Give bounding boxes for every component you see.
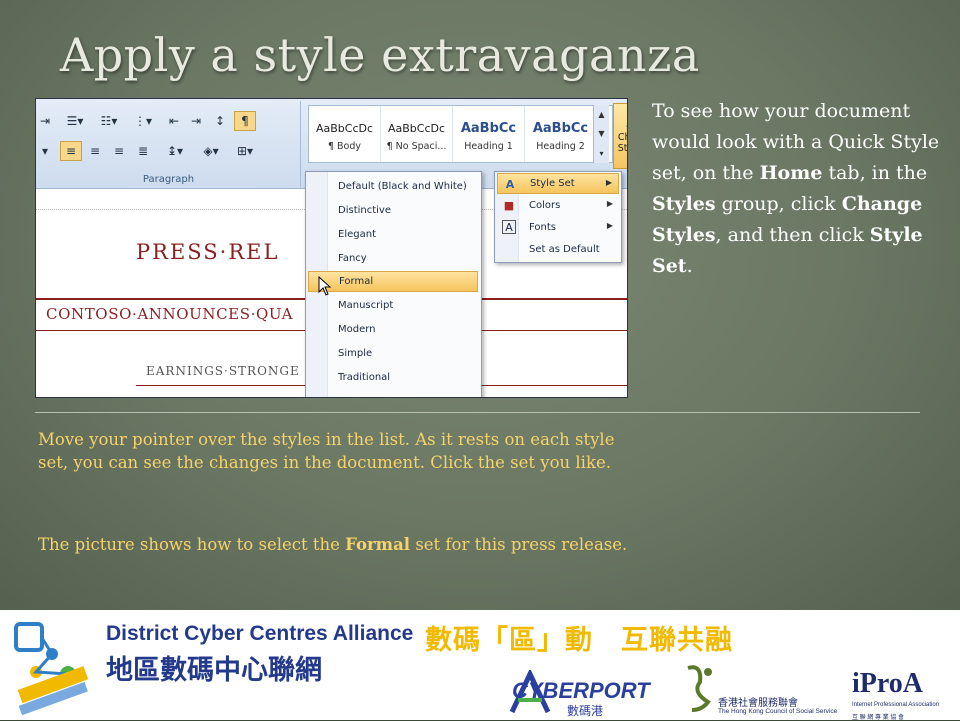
style-sample: AaBbCcDc xyxy=(387,122,446,135)
change-styles-label-1: Change xyxy=(617,132,627,143)
contoso-heading: CONTOSO·ANNOUNCES·QUA xyxy=(46,305,294,323)
colors-icon: ■ xyxy=(503,198,515,212)
style-set-default[interactable]: Default (Black and White) xyxy=(308,176,478,197)
cyberport-name-zh: 數碼港 xyxy=(567,704,604,718)
hkcss-logo-icon xyxy=(687,665,712,712)
style-set-traditional[interactable]: Traditional xyxy=(308,367,478,388)
dcca-name-zh: 地區數碼中心聯網 xyxy=(106,655,322,686)
shading-icon[interactable]: ◈▾ xyxy=(196,141,226,161)
submenu-arrow-icon: ▶ xyxy=(606,221,613,230)
mouse-pointer-icon xyxy=(318,276,332,296)
footer-banner: District Cyber Centres Alliance 地區數碼中心聯網… xyxy=(0,610,960,721)
change-styles-menu: A Style Set ▶ ■ Colors ▶ A Fonts ▶ Set a… xyxy=(494,171,622,263)
style-set-modern[interactable]: Modern xyxy=(308,319,478,340)
gallery-scroll[interactable]: ▲ ▼ ▾ xyxy=(593,105,609,163)
change-styles-button[interactable]: A Change Styles ▾ xyxy=(613,103,628,169)
justify-icon[interactable]: ≣ xyxy=(132,141,154,161)
style-no-spacing[interactable]: AaBbCcDc ¶ No Spaci... xyxy=(381,106,453,162)
paragraph-group: ⇥ ☰▾ ☷▾ ⋮▾ ⇤ ⇥ ↕ ¶ ▾ ≡ ≡ ≡ ≣ ↨▾ ◈▾ ⊞▾ Pa… xyxy=(36,101,301,187)
divider xyxy=(35,412,920,413)
change-styles-label-2: Styles ▾ xyxy=(617,143,628,154)
style-set-manuscript[interactable]: Manuscript xyxy=(308,295,478,316)
multilevel-list-icon[interactable]: ⋮▾ xyxy=(128,111,158,131)
ribbon-left-arrow-icon[interactable]: ▾ xyxy=(38,141,52,161)
slide: Apply a style extravaganza ⇥ ☰▾ ☷▾ ⋮▾ ⇤ … xyxy=(0,0,960,610)
quick-styles-gallery: AaBbCcDc ¶ Body AaBbCcDc ¶ No Spaci... A… xyxy=(308,105,613,163)
earnings-heading: EARNINGS·STRONGE xyxy=(146,364,300,378)
instruction-part: tab, in the xyxy=(822,162,928,184)
instruction-text: To see how your document would look with… xyxy=(652,96,942,282)
line-spacing-icon[interactable]: ↨▾ xyxy=(160,141,190,161)
menu-label: Set as Default xyxy=(529,244,600,255)
style-sample: AaBbCc xyxy=(532,121,589,136)
decrease-indent-icon[interactable]: ⇤ xyxy=(164,111,184,131)
sort-icon[interactable]: ↕ xyxy=(210,111,230,131)
instruction-bold-home: Home xyxy=(759,162,823,184)
style-set-formal[interactable]: Formal xyxy=(308,271,478,292)
scroll-up-icon[interactable]: ▲ xyxy=(598,110,604,119)
note-2: The picture shows how to select the Form… xyxy=(38,533,638,556)
style-name: ¶ Body xyxy=(327,140,362,152)
slide-title: Apply a style extravaganza xyxy=(60,28,700,82)
align-right-icon[interactable]: ≡ xyxy=(108,141,130,161)
menu-fonts[interactable]: A Fonts ▶ xyxy=(497,217,619,238)
instruction-bold-styles: Styles xyxy=(652,193,716,215)
style-body[interactable]: AaBbCcDc ¶ Body xyxy=(309,106,381,162)
style-set-simple[interactable]: Simple xyxy=(308,343,478,364)
instruction-part: group, click xyxy=(715,193,842,215)
submenu-arrow-icon: ▶ xyxy=(605,178,612,187)
hkcss-name-zh: 香港社會服務聯會 xyxy=(718,698,798,709)
menu-label: Fonts xyxy=(529,222,556,233)
note-2-bold: Formal xyxy=(345,535,411,554)
scroll-down-icon[interactable]: ▼ xyxy=(598,129,604,138)
note-2-post: set for this press release. xyxy=(410,535,628,554)
gallery-more-icon[interactable]: ▾ xyxy=(599,149,603,158)
align-center-icon[interactable]: ≡ xyxy=(84,141,106,161)
fonts-icon: A xyxy=(502,220,516,234)
menu-label: Style Set xyxy=(530,178,575,189)
ipro-name-en: Internet Professional Association xyxy=(852,702,940,708)
note-2-pre: The picture shows how to select the xyxy=(38,535,346,554)
menu-set-as-default[interactable]: Set as Default xyxy=(497,239,619,260)
indent-icon[interactable]: ⇥ xyxy=(38,111,52,131)
show-formatting-icon[interactable]: ¶ xyxy=(234,111,256,131)
numbering-icon[interactable]: ☷▾ xyxy=(94,111,124,131)
increase-indent-icon[interactable]: ⇥ xyxy=(186,111,206,131)
slogan: 數碼「區」動 互聯共融 xyxy=(425,625,733,656)
align-left-icon[interactable]: ≡ xyxy=(60,141,82,161)
style-sample: AaBbCcDc xyxy=(315,122,374,135)
menu-style-set[interactable]: A Style Set ▶ xyxy=(497,173,619,194)
style-set-fancy[interactable]: Fancy xyxy=(308,248,478,269)
menu-label: Colors xyxy=(529,200,561,211)
note-1: Move your pointer over the styles in the… xyxy=(38,430,615,472)
style-set-icon: A xyxy=(505,177,515,191)
instruction-part: . xyxy=(686,255,693,277)
style-set-menu: Default (Black and White) Distinctive El… xyxy=(305,171,482,397)
style-set-elegant[interactable]: Elegant xyxy=(308,224,478,245)
hkcss-name-en: The Hong Kong Council of Social Service xyxy=(718,708,838,715)
menu-colors[interactable]: ■ Colors ▶ xyxy=(497,195,619,216)
borders-icon[interactable]: ⊞▾ xyxy=(230,141,260,161)
style-heading-1[interactable]: AaBbCc Heading 1 xyxy=(453,106,525,162)
style-set-distinctive[interactable]: Distinctive xyxy=(308,200,478,221)
word-screenshot: ⇥ ☰▾ ☷▾ ⋮▾ ⇤ ⇥ ↕ ¶ ▾ ≡ ≡ ≡ ≣ ↨▾ ◈▾ ⊞▾ Pa… xyxy=(35,98,628,398)
style-name: Heading 1 xyxy=(464,140,513,152)
dcca-name-en: District Cyber Centres Alliance xyxy=(106,622,414,645)
dcca-logo-icon xyxy=(14,622,89,716)
press-heading: PRESS·REL xyxy=(136,240,280,264)
instruction-part: , and then click xyxy=(715,224,870,246)
change-styles-icon: A xyxy=(627,106,628,132)
style-heading-2[interactable]: AaBbCc Heading 2 xyxy=(525,106,597,162)
style-name: Heading 2 xyxy=(536,140,585,152)
style-sample: AaBbCc xyxy=(460,121,517,136)
style-name: ¶ No Spaci... xyxy=(386,140,447,152)
cyberport-name: CYBERPORT xyxy=(512,678,650,703)
paragraph-group-label: Paragraph xyxy=(142,174,195,185)
submenu-arrow-icon: ▶ xyxy=(606,199,613,208)
ipro-logo: iProA xyxy=(852,668,924,699)
bullets-icon[interactable]: ☰▾ xyxy=(60,111,90,131)
